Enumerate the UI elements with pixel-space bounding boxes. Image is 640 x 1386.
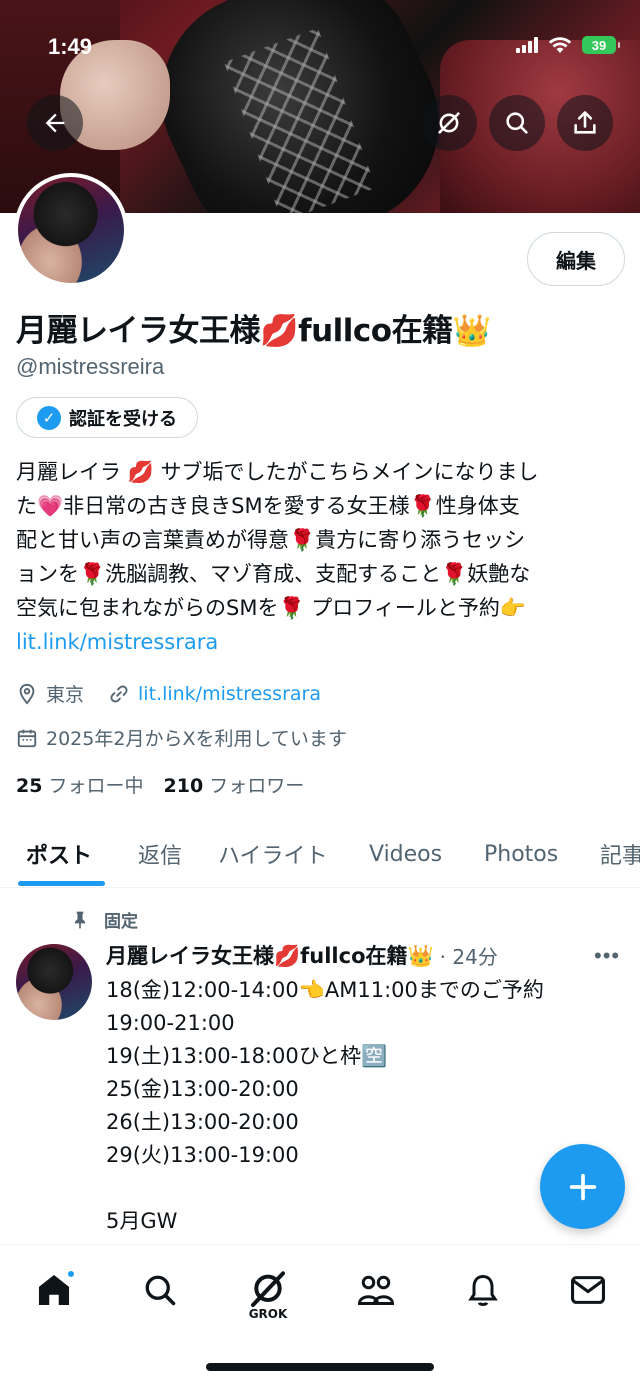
share-button[interactable] bbox=[557, 95, 613, 151]
status-time: 1:49 bbox=[48, 34, 93, 59]
grok-icon bbox=[251, 1271, 285, 1307]
user-handle: @mistressreira bbox=[16, 354, 165, 379]
verified-badge-icon: ✓ bbox=[37, 405, 61, 430]
post-author-name[interactable]: 月麗レイラ女王様💋fullco在籍👑 bbox=[106, 940, 434, 970]
bio-line: 配と甘い声の言葉責めが得意🌹貴方に寄り添うセッシ bbox=[16, 528, 526, 552]
website-link[interactable]: lit.link/mistressrara bbox=[138, 683, 321, 705]
nav-home[interactable] bbox=[24, 1265, 84, 1315]
search-button[interactable] bbox=[489, 95, 545, 151]
bio-line: 空気に包まれながらのSMを🌹 プロフィールと予約👉 bbox=[16, 596, 526, 620]
grok-icon bbox=[438, 112, 460, 134]
get-verified-button[interactable]: ✓ 認証を受ける bbox=[16, 397, 198, 438]
battery-indicator: 39 bbox=[582, 36, 620, 54]
post-header: 月麗レイラ女王様💋fullco在籍👑 · 24分 bbox=[106, 940, 498, 970]
home-indicator bbox=[206, 1363, 434, 1371]
profile-tabs: ポスト 返信 ハイライト Videos Photos 記事 bbox=[0, 820, 640, 888]
bio-line: ョンを🌹洗脳調教、マゾ育成、支配すること🌹妖艶な bbox=[16, 562, 531, 586]
pinned-label: 固定 bbox=[104, 912, 138, 932]
nav-notifications[interactable] bbox=[453, 1265, 513, 1315]
arrow-left-icon bbox=[45, 113, 65, 133]
search-icon bbox=[145, 1275, 176, 1306]
edit-profile-button[interactable]: 編集 bbox=[527, 232, 625, 286]
post-line: 18(金)12:00-14:00👈AM11:00までのご予約 bbox=[106, 978, 544, 1002]
pinned-indicator: 固定 bbox=[70, 907, 138, 932]
post-line: 26(土)13:00-20:00 bbox=[106, 1110, 299, 1134]
communities-icon bbox=[357, 1275, 395, 1305]
search-icon bbox=[506, 112, 528, 134]
bio-line: た💗非日常の古き良きSMを愛する女王様🌹性身体支 bbox=[16, 494, 520, 518]
link-icon bbox=[110, 685, 128, 702]
follow-stats: 25 フォロー中 210 フォロワー bbox=[16, 771, 304, 798]
followers-link[interactable]: 210 フォロワー bbox=[164, 771, 305, 798]
tab-videos[interactable]: Videos bbox=[369, 820, 442, 888]
nav-messages[interactable] bbox=[558, 1265, 618, 1315]
following-link[interactable]: 25 フォロー中 bbox=[16, 771, 144, 798]
home-notification-dot bbox=[66, 1269, 76, 1279]
profile-avatar[interactable] bbox=[14, 173, 128, 287]
profile-meta-row: 東京 lit.link/mistressrara bbox=[16, 680, 321, 707]
grok-button[interactable] bbox=[421, 95, 477, 151]
post-line: 19:00-21:00 bbox=[106, 1011, 235, 1035]
bio-line: 月麗レイラ 💋 サブ垢でしたがこちらメインになりまし bbox=[16, 460, 539, 484]
notifications-icon bbox=[468, 1274, 498, 1306]
location-pin-icon bbox=[19, 683, 35, 705]
tab-highlights[interactable]: ハイライト bbox=[218, 820, 328, 888]
plus-icon bbox=[569, 1173, 596, 1200]
tab-posts[interactable]: ポスト bbox=[26, 820, 92, 888]
get-verified-label: 認証を受ける bbox=[69, 408, 177, 430]
messages-icon bbox=[571, 1276, 605, 1304]
joined-row: 2025年2月からXを利用しています bbox=[16, 724, 347, 751]
calendar-icon bbox=[17, 729, 37, 747]
status-indicators: 39 bbox=[516, 36, 620, 54]
share-icon bbox=[574, 111, 596, 134]
post-timestamp: · 24分 bbox=[439, 944, 498, 969]
more-options-icon[interactable]: ••• bbox=[594, 943, 620, 969]
active-tab-indicator bbox=[18, 881, 105, 886]
back-button[interactable] bbox=[27, 95, 83, 151]
nav-grok[interactable]: GROK bbox=[238, 1265, 298, 1321]
cellular-signal-icon bbox=[516, 37, 538, 53]
grok-label: GROK bbox=[248, 1307, 288, 1321]
wifi-icon bbox=[548, 37, 572, 53]
nav-communities[interactable] bbox=[346, 1265, 406, 1315]
profile-bio: 月麗レイラ 💋 サブ垢でしたがこちらメインになりまし た💗非日常の古き良きSMを… bbox=[16, 455, 624, 659]
post-line: 19(土)13:00-18:00ひと枠🈳 bbox=[106, 1044, 388, 1068]
joined-text: 2025年2月からXを利用しています bbox=[46, 728, 347, 750]
post-avatar[interactable] bbox=[16, 944, 92, 1020]
pin-icon bbox=[75, 911, 85, 928]
location-text: 東京 bbox=[46, 684, 85, 706]
compose-button[interactable] bbox=[540, 1144, 625, 1229]
nav-search[interactable] bbox=[130, 1265, 190, 1315]
post-line: 25(金)13:00-20:00 bbox=[106, 1077, 299, 1101]
tab-articles[interactable]: 記事 bbox=[600, 820, 640, 888]
tab-photos[interactable]: Photos bbox=[484, 820, 558, 888]
tab-replies[interactable]: 返信 bbox=[138, 820, 182, 888]
bio-link[interactable]: lit.link/mistressrara bbox=[16, 625, 624, 659]
display-name: 月麗レイラ女王様💋fullco在籍👑 bbox=[16, 313, 491, 349]
